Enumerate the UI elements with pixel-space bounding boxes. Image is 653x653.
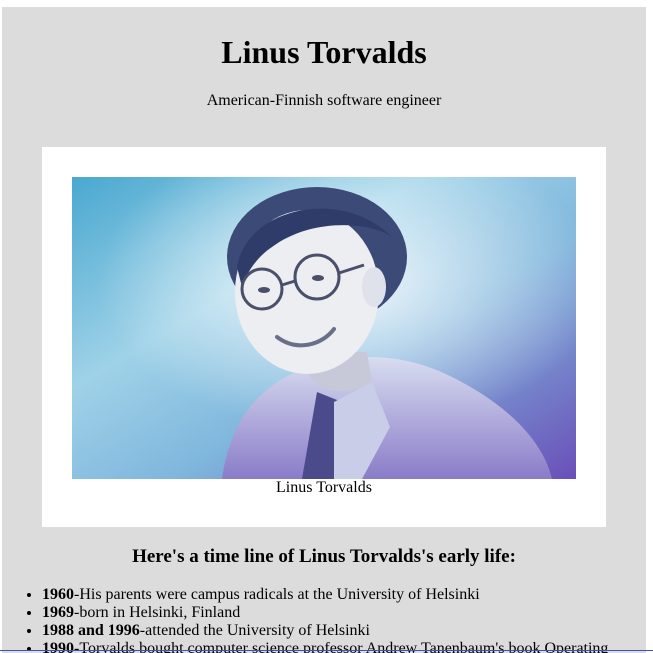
image-figure: Linus Torvalds bbox=[42, 147, 606, 527]
timeline-year: 1988 and 1996 bbox=[42, 622, 140, 639]
page-subtitle: American-Finnish software engineer bbox=[206, 92, 442, 109]
timeline-year: 1990 bbox=[42, 640, 74, 653]
timeline-year: 1960 bbox=[42, 586, 74, 603]
timeline-year: 1969 bbox=[42, 604, 74, 621]
timeline-list: 1960-His parents were campus radicals at… bbox=[2, 586, 646, 653]
timeline-item: 1960-His parents were campus radicals at… bbox=[42, 586, 646, 604]
timeline-item: 1969-born in Helsinki, Finland bbox=[42, 604, 646, 622]
timeline-text: -born in Helsinki, Finland bbox=[74, 604, 241, 621]
image-caption: Linus Torvalds bbox=[276, 479, 372, 496]
page-title: Linus Torvalds bbox=[221, 34, 427, 70]
timeline-text: -Torvalds bought computer science profes… bbox=[74, 640, 609, 653]
tribute-page: Linus Torvalds American-Finnish software… bbox=[2, 7, 646, 653]
bottom-border bbox=[0, 650, 653, 651]
portrait-photo bbox=[72, 177, 576, 479]
timeline-text: -attended the University of Helsinki bbox=[139, 622, 370, 639]
timeline-item: 1990-Torvalds bought computer science pr… bbox=[42, 640, 646, 653]
timeline-heading: Here's a time line of Linus Torvalds's e… bbox=[132, 546, 516, 567]
timeline-item: 1988 and 1996-attended the University of… bbox=[42, 622, 646, 640]
portrait-photo-icon bbox=[72, 177, 576, 479]
timeline-text: -His parents were campus radicals at the… bbox=[74, 586, 480, 603]
